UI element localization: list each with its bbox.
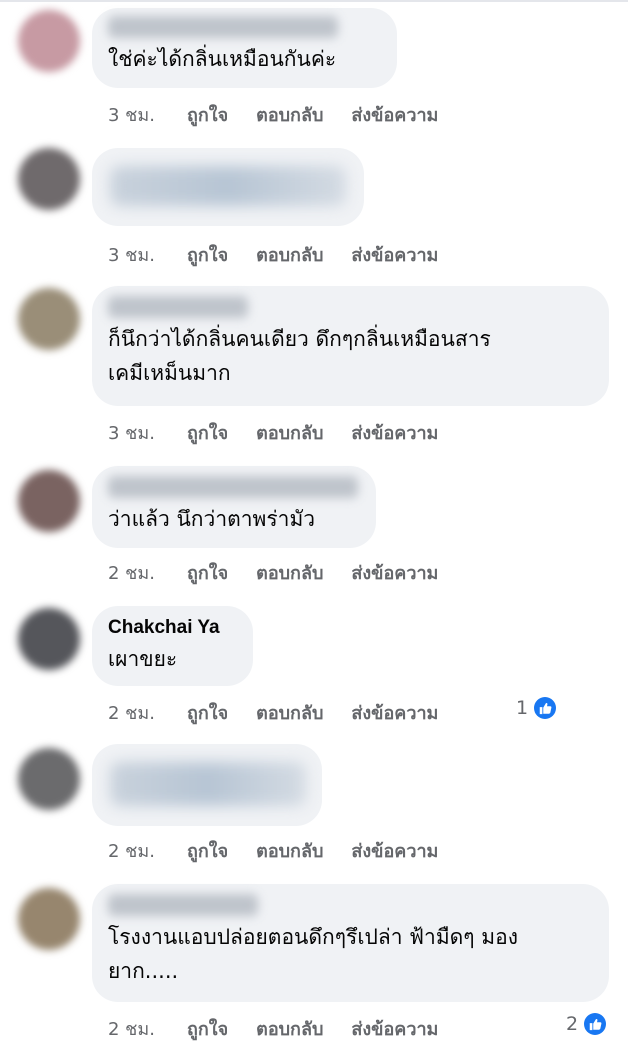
reply-button[interactable]: ตอบกลับ [256,698,323,727]
reply-button[interactable]: ตอบกลับ [256,558,323,587]
like-button[interactable]: ถูกใจ [187,558,228,587]
like-button[interactable]: ถูกใจ [187,1014,228,1043]
comment-time[interactable]: 2 ชม. [108,698,155,727]
comment-text: เผาขยะ [108,647,178,671]
comment-bubble: ว่าแล้ว นึกว่าตาพร่ามัว [92,466,376,548]
reply-button[interactable]: ตอบกลับ [256,836,323,865]
reply-button[interactable]: ตอบกลับ [256,1014,323,1043]
comment-time[interactable]: 2 ชม. [108,558,155,587]
like-button[interactable]: ถูกใจ [187,698,228,727]
commenter-name-blurred[interactable] [108,894,258,916]
send-message-button[interactable]: ส่งข้อความ [351,558,438,587]
commenter-name-blurred[interactable] [108,296,248,318]
avatar[interactable] [18,10,80,72]
commenter-name-blurred[interactable] [108,16,338,38]
send-message-button[interactable]: ส่งข้อความ [351,240,438,269]
avatar[interactable] [18,288,80,350]
comment-text-blurred [110,762,306,806]
comment-time[interactable]: 3 ชม. [108,240,155,269]
comment-bubble: ก็นึกว่าได้กลิ่นคนเดียว ดึกๆกลิ่นเหมือนส… [92,286,609,406]
reaction-count[interactable]: 2 [566,1013,607,1035]
comment-bubble [92,744,322,826]
comment-time[interactable]: 2 ชม. [108,1014,155,1043]
commenter-name[interactable]: Chakchai Ya [108,616,237,640]
avatar[interactable] [18,148,80,210]
like-button[interactable]: ถูกใจ [187,836,228,865]
reply-button[interactable]: ตอบกลับ [256,418,323,447]
comment-text: ว่าแล้ว นึกว่าตาพร่ามัว [108,507,316,531]
comment-actions: 2 ชม. ถูกใจ ตอบกลับ ส่งข้อความ [108,836,466,864]
reply-button[interactable]: ตอบกลับ [256,100,323,129]
reply-button[interactable]: ตอบกลับ [256,240,323,269]
like-button[interactable]: ถูกใจ [187,100,228,129]
comment-actions: 2 ชม. ถูกใจ ตอบกลับ ส่งข้อความ [108,558,466,586]
avatar[interactable] [18,888,80,950]
comment-text-blurred [110,166,346,206]
reaction-count[interactable]: 1 [516,697,557,719]
comment-actions: 3 ชม. ถูกใจ ตอบกลับ ส่งข้อความ [108,418,466,446]
avatar[interactable] [18,748,80,810]
send-message-button[interactable]: ส่งข้อความ [351,1014,438,1043]
like-button[interactable]: ถูกใจ [187,240,228,269]
send-message-button[interactable]: ส่งข้อความ [351,100,438,129]
like-reaction-icon [534,697,557,719]
comment-actions: 2 ชม. ถูกใจ ตอบกลับ ส่งข้อความ [108,1014,466,1042]
comment-text: ใช่ค่ะได้กลิ่นเหมือนกันค่ะ [108,47,337,71]
send-message-button[interactable]: ส่งข้อความ [351,698,438,727]
comment-bubble [92,148,364,226]
comment-time[interactable]: 3 ชม. [108,100,155,129]
reaction-count-number: 2 [566,1013,579,1035]
comment-bubble: ใช่ค่ะได้กลิ่นเหมือนกันค่ะ [92,8,397,88]
comment-time[interactable]: 3 ชม. [108,418,155,447]
comment-actions: 3 ชม. ถูกใจ ตอบกลับ ส่งข้อความ [108,240,466,268]
send-message-button[interactable]: ส่งข้อความ [351,418,438,447]
commenter-name-blurred[interactable] [108,476,358,498]
comment-text: ก็นึกว่าได้กลิ่นคนเดียว ดึกๆกลิ่นเหมือนส… [108,327,491,385]
comment-bubble: โรงงานแอบปล่อยตอนดึกๆรึเปล่า ฟ้ามืดๆ มอง… [92,884,609,1002]
avatar[interactable] [18,608,80,670]
like-button[interactable]: ถูกใจ [187,418,228,447]
reaction-count-number: 1 [516,697,529,719]
comment-time[interactable]: 2 ชม. [108,836,155,865]
comment-text: โรงงานแอบปล่อยตอนดึกๆรึเปล่า ฟ้ามืดๆ มอง… [108,925,518,983]
comment-actions: 3 ชม. ถูกใจ ตอบกลับ ส่งข้อความ [108,100,466,128]
like-reaction-icon [584,1013,607,1035]
comment-bubble: Chakchai Ya เผาขยะ [92,606,253,686]
avatar[interactable] [18,470,80,532]
comment-actions: 2 ชม. ถูกใจ ตอบกลับ ส่งข้อความ [108,698,466,726]
top-divider [0,0,628,2]
send-message-button[interactable]: ส่งข้อความ [351,836,438,865]
